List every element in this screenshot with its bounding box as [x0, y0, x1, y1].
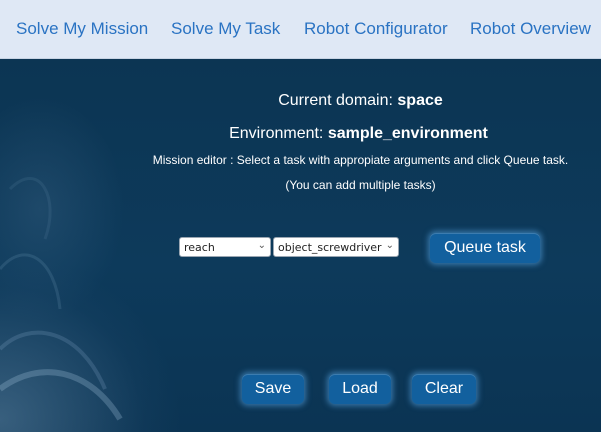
nav-solve-my-task[interactable]: Solve My Task	[171, 19, 280, 39]
load-button[interactable]: Load	[329, 374, 391, 404]
nav-robot-configurator[interactable]: Robot Configurator	[304, 19, 448, 39]
clear-button[interactable]: Clear	[412, 374, 476, 404]
environment: Environment: sample_environment	[58, 125, 601, 143]
current-domain: Current domain: space	[60, 92, 601, 110]
save-button[interactable]: Save	[242, 374, 304, 404]
chevron-down-icon: ⌄	[257, 240, 266, 251]
argument-select-value: object_screwdriver	[278, 241, 382, 254]
domain-prefix: Current domain:	[278, 92, 398, 109]
argument-select[interactable]: object_screwdriver ⌄	[273, 237, 399, 257]
nav-robot-overview[interactable]: Robot Overview	[470, 19, 591, 39]
nav-solve-my-mission[interactable]: Solve My Mission	[16, 19, 148, 39]
domain-value: space	[397, 92, 443, 109]
background-swirl-decoration	[0, 177, 123, 421]
task-select[interactable]: reach ⌄	[179, 237, 271, 257]
task-select-value: reach	[184, 241, 215, 254]
top-nav: Solve My Mission Solve My Task Robot Con…	[0, 0, 601, 59]
chevron-down-icon: ⌄	[385, 240, 394, 251]
queue-task-button[interactable]: Queue task	[430, 233, 540, 263]
editor-hint: (You can add multiple tasks)	[285, 178, 436, 192]
editor-instruction: Mission editor : Select a task with appr…	[152, 153, 569, 167]
environment-value: sample_environment	[327, 125, 488, 142]
mission-editor-panel: Current domain: space Environment: sampl…	[0, 59, 601, 432]
environment-prefix: Environment:	[229, 125, 328, 142]
